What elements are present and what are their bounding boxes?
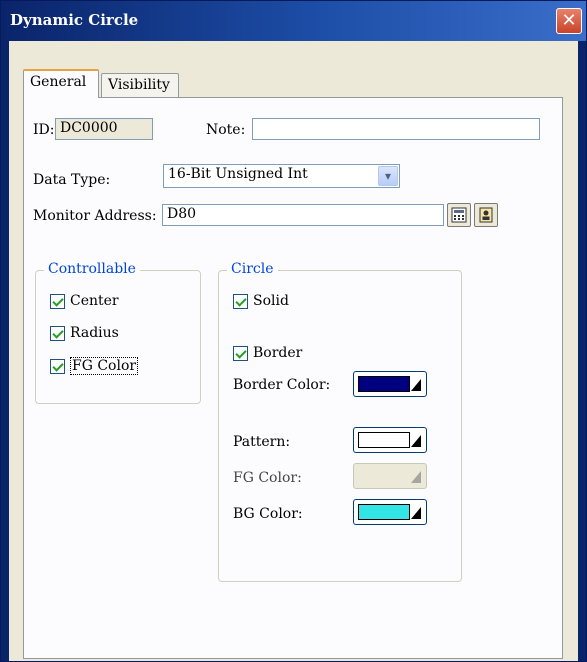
fg-color-button[interactable] — [353, 463, 427, 489]
border-checkbox[interactable]: Border — [233, 345, 302, 361]
dropdown-corner-icon — [411, 471, 421, 483]
dropdown-corner-icon — [411, 435, 421, 447]
dropdown-corner-icon — [411, 379, 421, 391]
dialog-body: General Visibility ID: DC0000 Note: Data… — [9, 41, 578, 661]
tab-general[interactable]: General — [23, 69, 99, 98]
controllable-group: Controllable Center Radius FG Color — [35, 261, 201, 404]
solid-checkbox[interactable]: Solid — [233, 293, 289, 309]
dialog-window: Dynamic Circle ✕ General Visibility ID: … — [0, 0, 587, 662]
data-type-select[interactable]: 16-Bit Unsigned Int ▾ — [163, 164, 400, 188]
bg-color-label: BG Color: — [233, 506, 303, 522]
fg-color-checkbox[interactable]: FG Color — [50, 357, 139, 375]
note-label: Note: — [206, 122, 246, 138]
center-label: Center — [70, 293, 119, 309]
circle-title: Circle — [227, 261, 278, 277]
checkbox-checked-icon[interactable] — [50, 293, 65, 309]
radius-label: Radius — [70, 325, 119, 341]
data-type-value: 16-Bit Unsigned Int — [168, 166, 308, 182]
address-book-icon[interactable] — [474, 203, 498, 227]
border-color-button[interactable] — [353, 371, 427, 397]
calculator-icon[interactable] — [447, 203, 471, 227]
general-panel: ID: DC0000 Note: Data Type: 16-Bit Unsig… — [23, 97, 563, 659]
chevron-down-icon[interactable]: ▾ — [378, 166, 398, 186]
circle-group: Circle Solid Border Border Color: Patter… — [218, 261, 462, 582]
id-label: ID: — [33, 122, 55, 138]
dropdown-corner-icon — [411, 507, 421, 519]
checkbox-checked-icon[interactable] — [233, 293, 248, 309]
pattern-button[interactable] — [353, 427, 427, 453]
monitor-address-label: Monitor Address: — [33, 208, 157, 224]
tab-general-label: General — [30, 74, 87, 90]
bg-color-swatch — [358, 504, 410, 520]
checkbox-checked-icon[interactable] — [233, 345, 248, 361]
monitor-address-field[interactable]: D80 — [162, 204, 444, 226]
checkbox-checked-icon[interactable] — [50, 358, 65, 374]
border-label: Border — [253, 345, 303, 361]
border-color-swatch — [358, 376, 410, 392]
checkbox-checked-icon[interactable] — [50, 325, 65, 341]
data-type-label: Data Type: — [33, 172, 111, 188]
note-field[interactable] — [252, 118, 540, 140]
id-field[interactable]: DC0000 — [55, 118, 153, 140]
pattern-label: Pattern: — [233, 434, 291, 450]
solid-label: Solid — [253, 293, 289, 309]
window-title: Dynamic Circle — [10, 11, 139, 29]
fg-color-label: FG Color — [70, 357, 139, 375]
bg-color-button[interactable] — [353, 499, 427, 525]
pattern-swatch — [358, 432, 410, 448]
tab-visibility[interactable]: Visibility — [101, 73, 179, 97]
title-bar[interactable]: Dynamic Circle ✕ — [1, 1, 586, 41]
border-color-label: Border Color: — [233, 377, 331, 393]
radius-checkbox[interactable]: Radius — [50, 325, 119, 341]
close-button[interactable]: ✕ — [556, 8, 582, 34]
fg-color-field-label: FG Color: — [233, 470, 302, 486]
close-icon: ✕ — [561, 10, 577, 31]
tab-visibility-label: Visibility — [108, 77, 170, 93]
center-checkbox[interactable]: Center — [50, 293, 119, 309]
controllable-title: Controllable — [44, 261, 140, 277]
